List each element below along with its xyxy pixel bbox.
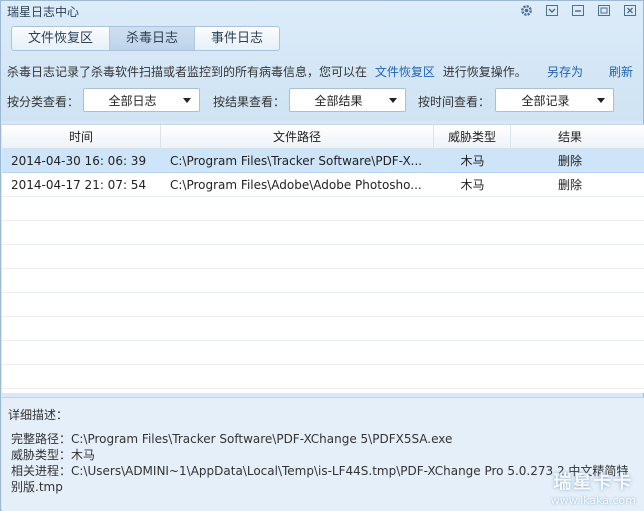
watermark-url: www.ikaka.com bbox=[550, 494, 636, 507]
menu-icon[interactable] bbox=[539, 1, 565, 19]
refresh-link[interactable]: 刷新 bbox=[609, 63, 633, 80]
window-controls bbox=[513, 1, 643, 19]
info-text-after: 进行恢复操作。 bbox=[442, 65, 527, 79]
empty-row bbox=[2, 221, 644, 245]
cell-type: 木马 bbox=[460, 178, 485, 192]
detail-heading: 详细描述： bbox=[8, 408, 69, 422]
time-filter-label: 按时间查看： bbox=[418, 95, 491, 109]
file-recovery-link[interactable]: 文件恢复区 bbox=[375, 65, 435, 79]
detail-panel: 详细描述： 完整路径：C:\Program Files\Tracker Soft… bbox=[2, 397, 644, 511]
cell-path: C:\Program Files\Tracker Software\PDF-X.… bbox=[170, 153, 423, 168]
cell-result: 删除 bbox=[557, 178, 582, 192]
tab-event-log[interactable]: 事件日志 bbox=[195, 27, 279, 50]
detail-process-line-1: 相关进程：C:\Users\ADMINI~1\AppData\Local\Tem… bbox=[11, 464, 629, 478]
maximize-icon[interactable] bbox=[591, 1, 617, 19]
log-table: 时间 文件路径 威胁类型 结果 2014-04-30 16: 06: 39 C:… bbox=[2, 124, 644, 393]
save-as-link[interactable]: 另存为 bbox=[547, 63, 583, 80]
result-filter-label: 按结果查看： bbox=[213, 95, 286, 109]
table-row[interactable]: 2014-04-30 16: 06: 39 C:\Program Files\T… bbox=[2, 149, 644, 173]
log-center-window: 瑞星日志中心 文件恢复区 杀毒日志 事件日志 杀毒日志记录了杀毒软件扫描或者监控… bbox=[0, 0, 644, 511]
empty-row bbox=[2, 293, 644, 317]
empty-row bbox=[2, 197, 644, 221]
result-filter-value: 全部结果 bbox=[314, 93, 363, 108]
empty-row bbox=[2, 317, 644, 341]
cell-time: 2014-04-30 16: 06: 39 bbox=[11, 153, 147, 168]
column-header-result[interactable]: 结果 bbox=[511, 125, 629, 149]
chevron-down-icon bbox=[597, 98, 605, 103]
category-filter-value: 全部日志 bbox=[108, 93, 157, 108]
column-header-type[interactable]: 威胁类型 bbox=[434, 125, 511, 149]
detail-full-path: 完整路径：C:\Program Files\Tracker Software\P… bbox=[11, 432, 453, 446]
cell-type: 木马 bbox=[460, 154, 485, 168]
result-filter-select[interactable]: 全部结果 bbox=[289, 88, 406, 112]
table-header: 时间 文件路径 威胁类型 结果 bbox=[2, 125, 644, 149]
chevron-down-icon bbox=[183, 98, 191, 103]
detail-threat-type: 威胁类型：木马 bbox=[11, 448, 96, 462]
window-title: 瑞星日志中心 bbox=[7, 4, 80, 19]
empty-row bbox=[2, 341, 644, 365]
empty-row bbox=[2, 365, 644, 389]
category-filter-select[interactable]: 全部日志 bbox=[83, 88, 200, 112]
watermark-title: 瑞星卡卡 bbox=[553, 472, 634, 493]
column-header-time[interactable]: 时间 bbox=[2, 125, 161, 149]
info-line: 杀毒日志记录了杀毒软件扫描或者监控到的所有病毒信息，您可以在 文件恢复区 进行恢… bbox=[7, 63, 639, 79]
column-header-path[interactable]: 文件路径 bbox=[161, 125, 434, 149]
close-icon[interactable] bbox=[617, 1, 643, 19]
category-filter-label: 按分类查看： bbox=[7, 95, 80, 109]
empty-row bbox=[2, 269, 644, 293]
detail-process-line-2: 别版.tmp bbox=[11, 480, 63, 494]
time-filter-value: 全部记录 bbox=[521, 93, 570, 108]
info-text-before: 杀毒日志记录了杀毒软件扫描或者监控到的所有病毒信息，您可以在 bbox=[7, 65, 368, 79]
watermark-logo: 瑞星卡卡 www.ikaka.com bbox=[551, 468, 636, 507]
cell-result: 删除 bbox=[557, 154, 582, 168]
cell-time: 2014-04-17 21: 07: 54 bbox=[11, 177, 147, 192]
tab-antivirus-log[interactable]: 杀毒日志 bbox=[110, 27, 196, 50]
tab-file-recovery[interactable]: 文件恢复区 bbox=[12, 27, 111, 50]
title-bar: 瑞星日志中心 bbox=[1, 1, 644, 21]
table-body: 2014-04-30 16: 06: 39 C:\Program Files\T… bbox=[2, 149, 644, 389]
cell-path: C:\Program Files\Adobe\Adobe Photosho... bbox=[170, 177, 422, 192]
empty-row bbox=[2, 245, 644, 269]
gear-icon[interactable] bbox=[513, 1, 539, 19]
chevron-down-icon bbox=[389, 98, 397, 103]
time-filter-select[interactable]: 全部记录 bbox=[495, 88, 614, 112]
tab-bar: 文件恢复区 杀毒日志 事件日志 bbox=[11, 26, 281, 51]
minimize-icon[interactable] bbox=[565, 1, 591, 19]
table-row[interactable]: 2014-04-17 21: 07: 54 C:\Program Files\A… bbox=[2, 173, 644, 197]
